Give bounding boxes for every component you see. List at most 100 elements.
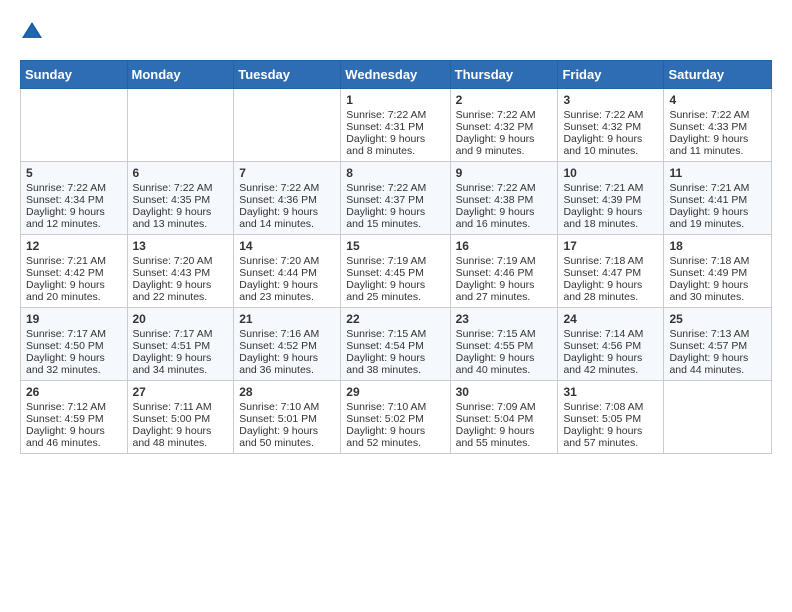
calendar-cell: 28Sunrise: 7:10 AMSunset: 5:01 PMDayligh… [234, 381, 341, 454]
calendar-cell: 8Sunrise: 7:22 AMSunset: 4:37 PMDaylight… [341, 162, 450, 235]
daylight-text: Daylight: 9 hours and 12 minutes. [26, 206, 122, 230]
daylight-text: Daylight: 9 hours and 20 minutes. [26, 279, 122, 303]
sunrise-text: Sunrise: 7:21 AM [669, 182, 766, 194]
calendar-cell: 18Sunrise: 7:18 AMSunset: 4:49 PMDayligh… [664, 235, 772, 308]
calendar-cell: 19Sunrise: 7:17 AMSunset: 4:50 PMDayligh… [21, 308, 128, 381]
sunrise-text: Sunrise: 7:22 AM [563, 109, 658, 121]
day-number: 22 [346, 312, 444, 326]
day-number: 10 [563, 166, 658, 180]
calendar-cell: 7Sunrise: 7:22 AMSunset: 4:36 PMDaylight… [234, 162, 341, 235]
calendar-cell: 4Sunrise: 7:22 AMSunset: 4:33 PMDaylight… [664, 89, 772, 162]
sunrise-text: Sunrise: 7:13 AM [669, 328, 766, 340]
calendar-cell: 25Sunrise: 7:13 AMSunset: 4:57 PMDayligh… [664, 308, 772, 381]
calendar-cell: 26Sunrise: 7:12 AMSunset: 4:59 PMDayligh… [21, 381, 128, 454]
sunset-text: Sunset: 4:32 PM [456, 121, 553, 133]
daylight-text: Daylight: 9 hours and 13 minutes. [133, 206, 229, 230]
daylight-text: Daylight: 9 hours and 48 minutes. [133, 425, 229, 449]
day-number: 29 [346, 385, 444, 399]
sunrise-text: Sunrise: 7:15 AM [456, 328, 553, 340]
sunrise-text: Sunrise: 7:18 AM [669, 255, 766, 267]
day-number: 20 [133, 312, 229, 326]
sunset-text: Sunset: 4:38 PM [456, 194, 553, 206]
sunset-text: Sunset: 5:05 PM [563, 413, 658, 425]
calendar-week-row: 1Sunrise: 7:22 AMSunset: 4:31 PMDaylight… [21, 89, 772, 162]
calendar-cell: 10Sunrise: 7:21 AMSunset: 4:39 PMDayligh… [558, 162, 664, 235]
daylight-text: Daylight: 9 hours and 27 minutes. [456, 279, 553, 303]
daylight-text: Daylight: 9 hours and 57 minutes. [563, 425, 658, 449]
sunrise-text: Sunrise: 7:22 AM [239, 182, 335, 194]
daylight-text: Daylight: 9 hours and 10 minutes. [563, 133, 658, 157]
calendar-cell [234, 89, 341, 162]
daylight-text: Daylight: 9 hours and 46 minutes. [26, 425, 122, 449]
calendar-header-row: SundayMondayTuesdayWednesdayThursdayFrid… [21, 61, 772, 89]
calendar-cell: 22Sunrise: 7:15 AMSunset: 4:54 PMDayligh… [341, 308, 450, 381]
daylight-text: Daylight: 9 hours and 18 minutes. [563, 206, 658, 230]
sunrise-text: Sunrise: 7:22 AM [669, 109, 766, 121]
day-number: 18 [669, 239, 766, 253]
day-number: 5 [26, 166, 122, 180]
sunset-text: Sunset: 5:00 PM [133, 413, 229, 425]
calendar-cell: 31Sunrise: 7:08 AMSunset: 5:05 PMDayligh… [558, 381, 664, 454]
calendar-cell: 21Sunrise: 7:16 AMSunset: 4:52 PMDayligh… [234, 308, 341, 381]
day-number: 15 [346, 239, 444, 253]
sunset-text: Sunset: 4:42 PM [26, 267, 122, 279]
sunrise-text: Sunrise: 7:16 AM [239, 328, 335, 340]
sunset-text: Sunset: 4:49 PM [669, 267, 766, 279]
calendar-cell [664, 381, 772, 454]
sunset-text: Sunset: 4:51 PM [133, 340, 229, 352]
calendar-cell: 20Sunrise: 7:17 AMSunset: 4:51 PMDayligh… [127, 308, 234, 381]
calendar-cell: 23Sunrise: 7:15 AMSunset: 4:55 PMDayligh… [450, 308, 558, 381]
calendar-cell: 17Sunrise: 7:18 AMSunset: 4:47 PMDayligh… [558, 235, 664, 308]
sunrise-text: Sunrise: 7:22 AM [133, 182, 229, 194]
day-number: 11 [669, 166, 766, 180]
sunset-text: Sunset: 4:45 PM [346, 267, 444, 279]
day-number: 25 [669, 312, 766, 326]
daylight-text: Daylight: 9 hours and 42 minutes. [563, 352, 658, 376]
day-number: 2 [456, 93, 553, 107]
day-number: 6 [133, 166, 229, 180]
sunset-text: Sunset: 4:59 PM [26, 413, 122, 425]
sunrise-text: Sunrise: 7:21 AM [26, 255, 122, 267]
sunset-text: Sunset: 4:54 PM [346, 340, 444, 352]
sunset-text: Sunset: 4:46 PM [456, 267, 553, 279]
sunrise-text: Sunrise: 7:11 AM [133, 401, 229, 413]
day-of-week-header: Monday [127, 61, 234, 89]
calendar-cell: 14Sunrise: 7:20 AMSunset: 4:44 PMDayligh… [234, 235, 341, 308]
sunset-text: Sunset: 4:55 PM [456, 340, 553, 352]
sunset-text: Sunset: 4:36 PM [239, 194, 335, 206]
calendar-week-row: 26Sunrise: 7:12 AMSunset: 4:59 PMDayligh… [21, 381, 772, 454]
daylight-text: Daylight: 9 hours and 55 minutes. [456, 425, 553, 449]
daylight-text: Daylight: 9 hours and 52 minutes. [346, 425, 444, 449]
sunset-text: Sunset: 4:43 PM [133, 267, 229, 279]
sunset-text: Sunset: 5:01 PM [239, 413, 335, 425]
sunset-text: Sunset: 4:34 PM [26, 194, 122, 206]
sunrise-text: Sunrise: 7:17 AM [133, 328, 229, 340]
calendar-cell: 9Sunrise: 7:22 AMSunset: 4:38 PMDaylight… [450, 162, 558, 235]
sunset-text: Sunset: 5:02 PM [346, 413, 444, 425]
sunrise-text: Sunrise: 7:20 AM [239, 255, 335, 267]
daylight-text: Daylight: 9 hours and 28 minutes. [563, 279, 658, 303]
day-number: 23 [456, 312, 553, 326]
day-of-week-header: Thursday [450, 61, 558, 89]
sunrise-text: Sunrise: 7:20 AM [133, 255, 229, 267]
sunset-text: Sunset: 4:52 PM [239, 340, 335, 352]
day-number: 4 [669, 93, 766, 107]
daylight-text: Daylight: 9 hours and 23 minutes. [239, 279, 335, 303]
sunrise-text: Sunrise: 7:14 AM [563, 328, 658, 340]
calendar-cell [127, 89, 234, 162]
day-number: 13 [133, 239, 229, 253]
daylight-text: Daylight: 9 hours and 19 minutes. [669, 206, 766, 230]
sunset-text: Sunset: 4:35 PM [133, 194, 229, 206]
day-of-week-header: Tuesday [234, 61, 341, 89]
day-number: 28 [239, 385, 335, 399]
sunset-text: Sunset: 4:47 PM [563, 267, 658, 279]
calendar-week-row: 12Sunrise: 7:21 AMSunset: 4:42 PMDayligh… [21, 235, 772, 308]
sunrise-text: Sunrise: 7:15 AM [346, 328, 444, 340]
sunset-text: Sunset: 4:33 PM [669, 121, 766, 133]
calendar-cell: 12Sunrise: 7:21 AMSunset: 4:42 PMDayligh… [21, 235, 128, 308]
daylight-text: Daylight: 9 hours and 22 minutes. [133, 279, 229, 303]
daylight-text: Daylight: 9 hours and 15 minutes. [346, 206, 444, 230]
day-number: 9 [456, 166, 553, 180]
calendar-cell: 6 Sunrise: 7:22 AMSunset: 4:35 PMDaylight… [127, 162, 234, 235]
calendar-cell: 24Sunrise: 7:14 AMSunset: 4:56 PMDayligh… [558, 308, 664, 381]
